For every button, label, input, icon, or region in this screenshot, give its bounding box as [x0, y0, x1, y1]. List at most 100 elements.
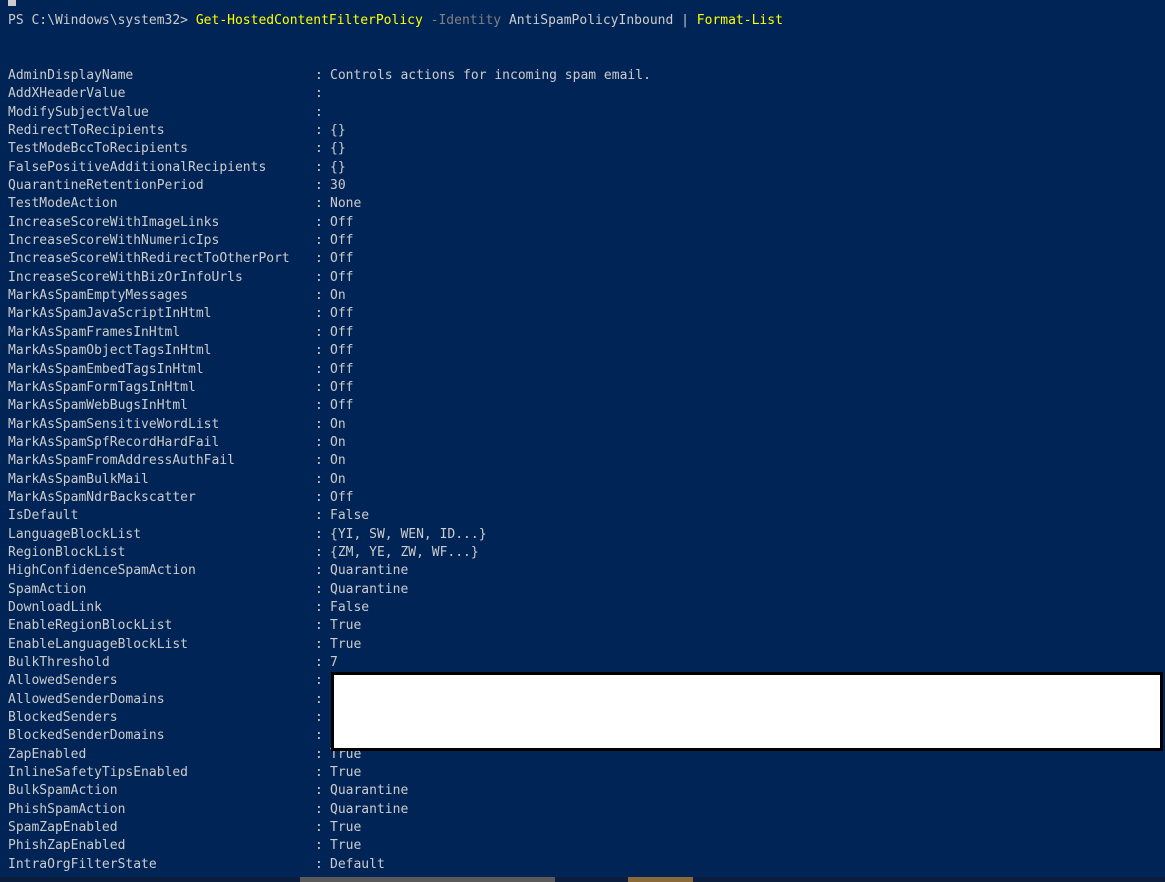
property-row: IncreaseScoreWithRedirectToOtherPort: Off [8, 250, 1158, 268]
property-separator: : [315, 765, 323, 781]
property-separator: : [315, 123, 323, 139]
property-name: HighConfidenceSpamAction [8, 563, 196, 579]
property-row: ModifySubjectValue: [8, 104, 1158, 122]
property-value: On [330, 453, 346, 469]
format-cmdlet: Format-List [696, 13, 783, 28]
property-row: MarkAsSpamBulkMail: On [8, 471, 1158, 489]
property-separator: : [315, 233, 323, 249]
property-row: SpamAction: Quarantine [8, 581, 1158, 599]
property-value: None [330, 196, 362, 212]
prompt-path: PS C:\Windows\system32> [8, 13, 196, 28]
horizontal-scrollbar[interactable] [0, 877, 1165, 882]
property-row: FalsePositiveAdditionalRecipients: {} [8, 159, 1158, 177]
redaction-box [331, 672, 1163, 751]
property-separator: : [315, 820, 323, 836]
property-name: SpamAction [8, 581, 87, 597]
property-list: AdminDisplayName: Controls actions for in… [8, 67, 1158, 874]
property-row: MarkAsSpamWebBugsInHtml: Off [8, 397, 1158, 415]
property-name: EnableRegionBlockList [8, 618, 173, 634]
property-row: AdminDisplayName: Controls actions for in… [8, 67, 1158, 85]
property-row: IncreaseScoreWithNumericIps: Off [8, 232, 1158, 250]
property-separator: : [315, 563, 323, 579]
property-value: Off [330, 343, 354, 359]
property-value: Off [330, 306, 354, 322]
property-separator: : [315, 783, 323, 799]
property-separator: : [315, 728, 323, 744]
property-name: IncreaseScoreWithNumericIps [8, 233, 220, 249]
property-value: {} [330, 141, 346, 157]
property-separator: : [315, 343, 323, 359]
property-separator: : [315, 801, 323, 817]
property-row: MarkAsSpamFromAddressAuthFail: On [8, 452, 1158, 470]
property-separator: : [315, 288, 323, 304]
property-name: MarkAsSpamFormTagsInHtml [8, 379, 196, 395]
property-separator: : [315, 508, 323, 524]
powershell-console[interactable]: PS C:\Windows\system32> Get-HostedConten… [0, 0, 1165, 882]
property-name: MarkAsSpamWebBugsInHtml [8, 398, 189, 414]
property-value: False [330, 508, 370, 524]
property-separator: : [315, 691, 323, 707]
property-row: IsDefault: False [8, 507, 1158, 525]
property-row: AddXHeaderValue: [8, 85, 1158, 103]
property-row: RegionBlockList: {ZM, YE, ZW, WF...} [8, 544, 1158, 562]
property-name: FalsePositiveAdditionalRecipients [8, 159, 267, 175]
property-row: MarkAsSpamSpfRecordHardFail: On [8, 434, 1158, 452]
property-row: IntraOrgFilterState: Default [8, 856, 1158, 874]
property-row: HighConfidenceSpamAction: Quarantine [8, 562, 1158, 580]
property-value: Off [330, 214, 354, 230]
property-row: MarkAsSpamFormTagsInHtml: Off [8, 379, 1158, 397]
property-row: IncreaseScoreWithImageLinks: Off [8, 214, 1158, 232]
property-name: IsDefault [8, 508, 79, 524]
property-name: MarkAsSpamSensitiveWordList [8, 416, 220, 432]
property-value: Off [330, 398, 354, 414]
property-name: TestModeAction [8, 196, 118, 212]
property-value: Off [330, 361, 354, 377]
property-row: PhishZapEnabled: True [8, 837, 1158, 855]
property-value: On [330, 288, 346, 304]
property-name: MarkAsSpamEmbedTagsInHtml [8, 361, 204, 377]
property-name: IncreaseScoreWithRedirectToOtherPort [8, 251, 290, 267]
property-value: Controls actions for incoming spam email… [330, 68, 651, 83]
property-name: MarkAsSpamEmptyMessages [8, 288, 189, 304]
property-value: 30 [330, 178, 346, 194]
property-row: TestModeAction: None [8, 195, 1158, 213]
property-name: LanguageBlockList [8, 526, 142, 542]
property-separator: : [315, 68, 323, 83]
property-value: Off [330, 379, 354, 395]
parameter-value: AntiSpamPolicyInbound [508, 13, 674, 28]
property-row: TestModeBccToRecipients: {} [8, 140, 1158, 158]
property-separator: : [315, 159, 323, 175]
property-row: InlineSafetyTipsEnabled: True [8, 764, 1158, 782]
property-value: Off [330, 324, 354, 340]
property-name: MarkAsSpamSpfRecordHardFail [8, 434, 220, 450]
property-separator: : [315, 178, 323, 194]
property-row: MarkAsSpamObjectTagsInHtml: Off [8, 342, 1158, 360]
property-name: ModifySubjectValue [8, 104, 149, 120]
property-separator: : [315, 489, 323, 505]
property-value: Quarantine [330, 801, 409, 817]
property-separator: : [315, 214, 323, 230]
property-name: IncreaseScoreWithBizOrInfoUrls [8, 269, 243, 285]
property-value: False [330, 599, 370, 615]
property-separator: : [315, 251, 323, 267]
property-separator: : [315, 618, 323, 634]
property-separator: : [315, 710, 323, 726]
property-value: True [330, 618, 362, 634]
property-name: MarkAsSpamBulkMail [8, 471, 149, 487]
property-name: RedirectToRecipients [8, 123, 165, 139]
property-name: QuarantineRetentionPeriod [8, 178, 204, 194]
property-row: SpamZapEnabled: True [8, 819, 1158, 837]
property-separator: : [315, 361, 323, 377]
property-row: MarkAsSpamEmptyMessages: On [8, 287, 1158, 305]
scrollbar-thumb[interactable] [300, 877, 555, 882]
property-value: True [330, 765, 362, 781]
property-value: Quarantine [330, 563, 409, 579]
property-value: Quarantine [330, 581, 409, 597]
property-value: {YI, SW, WEN, ID...} [330, 526, 487, 542]
property-value: Off [330, 233, 354, 249]
property-name: MarkAsSpamFramesInHtml [8, 324, 181, 340]
property-name: MarkAsSpamObjectTagsInHtml [8, 343, 212, 359]
property-name: IncreaseScoreWithImageLinks [8, 214, 220, 230]
property-separator: : [315, 434, 323, 450]
property-value: 7 [330, 655, 338, 670]
